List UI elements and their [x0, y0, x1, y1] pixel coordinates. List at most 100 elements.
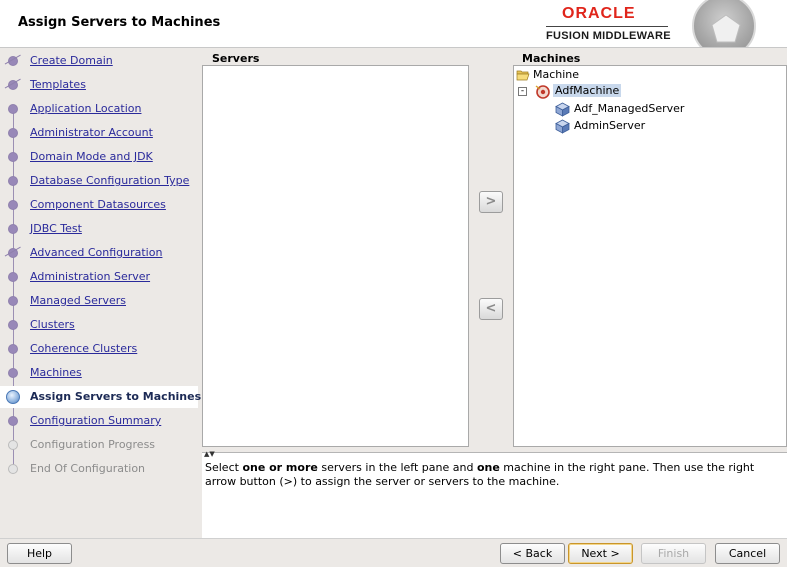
server-cube-icon	[555, 102, 570, 117]
brand-divider	[546, 26, 668, 27]
splitter-handle[interactable]: ▲▼	[204, 450, 215, 458]
collapse-toggle-icon[interactable]: -	[518, 87, 527, 96]
step-marker-icon	[8, 416, 18, 426]
tree-machine-row[interactable]: - AdfMachine	[514, 84, 784, 100]
product-badge	[692, 0, 756, 47]
nav-step[interactable]: Administration Server	[0, 266, 198, 288]
help-text-emphasis: one	[476, 461, 500, 474]
nav-step-label: Domain Mode and JDK	[30, 150, 153, 163]
step-marker-icon	[8, 248, 18, 258]
finish-button[interactable]: Finish	[641, 543, 706, 564]
step-marker-icon	[8, 368, 18, 378]
machine-icon	[535, 85, 550, 99]
assign-right-button[interactable]: >	[479, 191, 503, 213]
step-marker-icon	[8, 128, 18, 138]
nav-step[interactable]: Advanced Configuration	[0, 242, 198, 264]
nav-step[interactable]: Configuration Summary	[0, 410, 198, 432]
header: Assign Servers to Machines ORACLE FUSION…	[0, 0, 787, 48]
nav-step: End Of Configuration	[0, 458, 198, 480]
nav-step[interactable]: Templates	[0, 74, 198, 96]
step-marker-icon	[8, 320, 18, 330]
tree-server-label: AdminServer	[574, 119, 646, 132]
server-cube-icon	[555, 119, 570, 134]
left-arrow-icon: <	[485, 301, 497, 316]
nav-step-label: JDBC Test	[30, 222, 82, 235]
next-button-label: Next >	[581, 547, 620, 560]
nav-step[interactable]: Managed Servers	[0, 290, 198, 312]
back-button-label: < Back	[512, 547, 553, 560]
servers-label: Servers	[212, 52, 260, 65]
finish-button-label: Finish	[657, 547, 690, 560]
next-button[interactable]: Next >	[568, 543, 633, 564]
nav-step-label: Coherence Clusters	[30, 342, 138, 355]
nav-step[interactable]: Administrator Account	[0, 122, 198, 144]
help-text-emphasis: one or more	[242, 461, 318, 474]
oracle-logo: ORACLE	[562, 5, 636, 22]
footer-bar: Help < Back Next > Finish Cancel	[0, 538, 787, 567]
page-title: Assign Servers to Machines	[18, 15, 221, 30]
nav-step-label: Advanced Configuration	[30, 246, 163, 259]
nav-step[interactable]: Domain Mode and JDK	[0, 146, 198, 168]
nav-step-label: Clusters	[30, 318, 75, 331]
tree-server-row[interactable]: AdminServer	[514, 118, 784, 134]
nav-step-label: Create Domain	[30, 54, 113, 67]
nav-step[interactable]: JDBC Test	[0, 218, 198, 240]
help-text-part: servers in the left pane and	[317, 461, 477, 474]
nav-step-label: Templates	[30, 78, 86, 91]
help-text: Select one or more servers in the left p…	[205, 461, 783, 489]
right-arrow-icon: >	[485, 194, 497, 209]
machines-label: Machines	[522, 52, 581, 65]
step-marker-icon	[8, 464, 18, 474]
nav-step-label: Assign Servers to Machines	[30, 390, 202, 403]
nav-step-label: Administration Server	[30, 270, 151, 283]
step-navigation: Create Domain Templates Application Locati…	[0, 48, 202, 538]
step-marker-icon	[8, 56, 18, 66]
step-marker-icon	[8, 440, 18, 450]
tree-machine-label: AdfMachine	[553, 84, 622, 97]
nav-step-label: Machines	[30, 366, 82, 379]
nav-step-label: Managed Servers	[30, 294, 126, 307]
current-step-icon	[6, 390, 20, 404]
main-content: Servers Machines > < Machine - AdfMachin…	[202, 48, 787, 538]
nav-step-label: Configuration Progress	[30, 438, 156, 451]
help-text-part: Select	[205, 461, 243, 474]
nav-step-label: Application Location	[30, 102, 142, 115]
nav-step[interactable]: Clusters	[0, 314, 198, 336]
help-panel: ▲▼ Select one or more servers in the lef…	[202, 450, 787, 538]
nav-step[interactable]: Machines	[0, 362, 198, 384]
tree-server-row[interactable]: Adf_ManagedServer	[514, 101, 784, 117]
nav-step[interactable]: Component Datasources	[0, 194, 198, 216]
cancel-button-label: Cancel	[728, 547, 767, 560]
unassign-left-button[interactable]: <	[479, 298, 503, 320]
step-marker-icon	[8, 224, 18, 234]
folder-open-icon	[516, 70, 530, 81]
servers-list[interactable]	[202, 65, 469, 447]
nav-step-label: Configuration Summary	[30, 414, 162, 427]
step-marker-icon	[8, 344, 18, 354]
step-marker-icon	[8, 104, 18, 114]
back-button[interactable]: < Back	[500, 543, 565, 564]
tree-server-label: Adf_ManagedServer	[574, 102, 685, 115]
cancel-button[interactable]: Cancel	[715, 543, 780, 564]
nav-step-label: Database Configuration Type	[30, 174, 190, 187]
step-marker-icon	[8, 176, 18, 186]
nav-step[interactable]: Coherence Clusters	[0, 338, 198, 360]
machines-tree[interactable]: Machine - AdfMachine Adf_ManagedServer A…	[513, 65, 787, 447]
nav-step-label: Component Datasources	[30, 198, 166, 211]
help-button[interactable]: Help	[7, 543, 72, 564]
help-button-label: Help	[26, 547, 53, 560]
nav-step[interactable]: Create Domain	[0, 50, 198, 72]
step-marker-icon	[8, 296, 18, 306]
nav-step-label: End Of Configuration	[30, 462, 146, 475]
nav-step[interactable]: Application Location	[0, 98, 198, 120]
tree-root-label: Machine	[533, 68, 580, 81]
step-marker-icon	[8, 80, 18, 90]
step-marker-icon	[8, 272, 18, 282]
nav-step: Configuration Progress	[0, 434, 198, 456]
nav-step[interactable]: Database Configuration Type	[0, 170, 198, 192]
tree-root-row[interactable]: Machine	[514, 67, 784, 83]
fusion-middleware-logo: FUSION MIDDLEWARE	[546, 30, 671, 42]
step-marker-icon	[8, 200, 18, 210]
nav-step-label: Administrator Account	[30, 126, 153, 139]
nav-step[interactable]: Assign Servers to Machines	[0, 386, 202, 408]
